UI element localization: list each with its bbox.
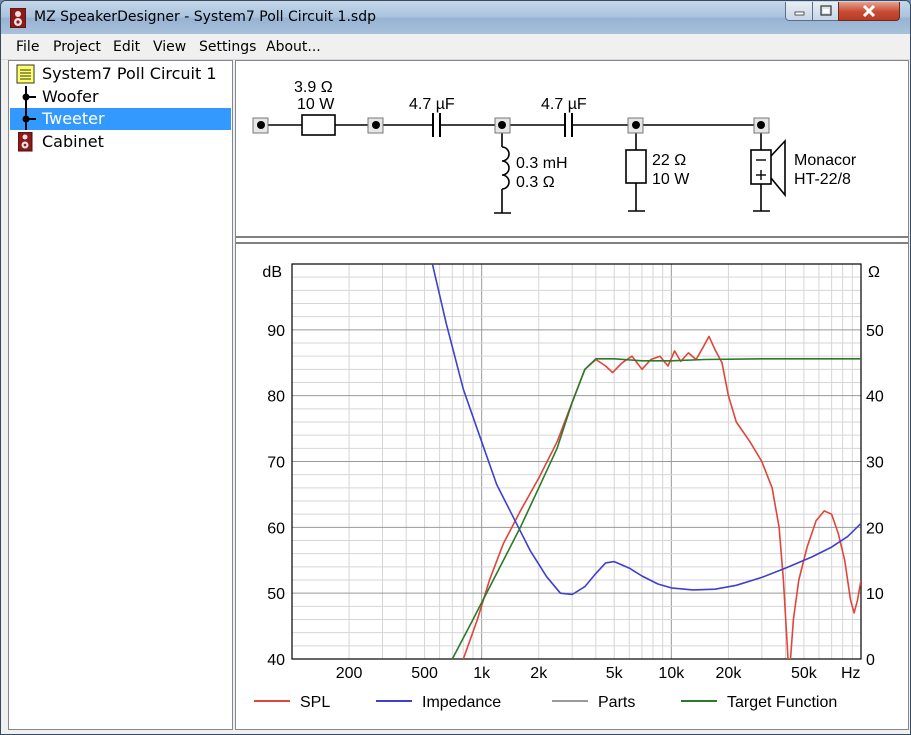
tweeter-driver[interactable] [750,125,786,212]
cap1-value-label: 4.7 µF [409,96,455,113]
x-tick-label: 20k [716,665,743,682]
menu-settings[interactable]: Settings [199,39,256,55]
resistor-power-label: 10 W [297,96,335,113]
tree-item-label: Tweeter [42,109,105,128]
x-tick-label: 10k [658,665,685,682]
x-tick-label: 500 [411,665,438,682]
y-right-tick-label: 10 [866,586,884,603]
y-left-tick-label: 80 [267,389,285,406]
circuit-labels: 3.9 Ω 10 W 4.7 µF 4.7 µF 0.3 mH 0.3 Ω 22… [294,79,857,191]
cap2-value-label: 4.7 µF [541,96,587,113]
y-left-tick-label: 90 [267,323,285,340]
menu-about[interactable]: About... [266,39,321,55]
y-right-axis-label: Ω [868,264,880,281]
x-tick-label: 50k [791,665,818,682]
editor-pane: 3.9 Ω 10 W 4.7 µF 4.7 µF 0.3 mH 0.3 Ω 22… [235,60,909,730]
cabinet-icon [18,132,33,152]
y-right-tick-label: 40 [866,389,884,406]
window-title: MZ SpeakerDesigner - System7 Poll Circui… [34,9,376,25]
y-right-tick-label: 30 [866,455,884,472]
tree-item-tweeter[interactable]: Tweeter [10,108,231,130]
maximize-button[interactable] [812,2,839,21]
shunt-resistor[interactable] [625,125,647,212]
driver-model-label: HT-22/8 [794,171,851,188]
legend-parts-label: Parts [598,694,635,711]
y-left-tick-label: 40 [267,652,285,669]
menu-edit[interactable]: Edit [113,39,140,55]
frequency-response-chart[interactable]: 90 80 70 60 50 40 50 40 30 20 10 0 200 500 1k 2k 5k 10k 20… [254,263,884,711]
y-left-tick-label: 50 [267,586,285,603]
crossover-branch-icon [22,86,36,108]
project-tree: System7 Poll Circuit 1 Woofer Tweeter Ca… [8,60,233,730]
tree-item-project[interactable]: System7 Poll Circuit 1 [10,63,231,85]
shunt-inductor[interactable] [494,125,511,214]
maximize-icon [820,5,832,16]
menu-project[interactable]: Project [53,39,101,55]
minimize-icon [794,11,805,16]
series-resistor[interactable] [301,114,336,136]
resistor-value-label: 3.9 Ω [294,79,333,96]
menu-file[interactable]: File [16,39,39,55]
speaker-app-icon [10,8,26,28]
x-tick-label: 5k [606,665,624,682]
legend-spl-label: SPL [300,694,330,711]
editor-canvas: 3.9 Ω 10 W 4.7 µF 4.7 µF 0.3 mH 0.3 Ω 22… [236,79,908,711]
menu-bar: File Project Edit View Settings About... [1,35,910,60]
x-tick-label: 1k [473,665,491,682]
project-icon [16,64,35,84]
y-right-tick-label: 0 [866,652,875,669]
menu-view[interactable]: View [153,39,186,55]
legend-impedance-label: Impedance [422,694,501,711]
series-capacitor-1[interactable] [432,113,441,137]
crossover-branch-icon [22,108,36,130]
shunt-resistor-value-label: 22 Ω [652,152,686,169]
app-window: MZ SpeakerDesigner - System7 Poll Circui… [0,0,911,735]
inductor-resistance-label: 0.3 Ω [516,174,555,191]
minimize-button[interactable] [785,2,813,21]
legend-target-function-label: Target Function [727,694,837,711]
y-left-tick-label: 70 [267,455,285,472]
tree-item-label: Woofer [42,87,99,106]
y-left-tick-label: 60 [267,520,285,537]
series-capacitor-2[interactable] [564,113,573,137]
tree-item-woofer[interactable]: Woofer [10,86,231,108]
inductor-value-label: 0.3 mH [516,155,568,172]
close-icon [862,4,876,18]
close-button[interactable] [838,2,900,21]
x-axis-unit-label: Hz [841,665,861,682]
tree-item-label: System7 Poll Circuit 1 [42,64,217,83]
y-right-tick-label: 20 [866,520,884,537]
y-right-tick-label: 50 [866,323,884,340]
x-tick-label: 200 [336,665,363,682]
tree-item-label: Cabinet [42,132,104,151]
shunt-resistor-power-label: 10 W [652,171,690,188]
y-left-axis-label: dB [262,264,282,281]
driver-brand-label: Monacor [794,152,857,169]
tree-item-cabinet[interactable]: Cabinet [10,131,231,153]
x-tick-label: 2k [530,665,548,682]
title-bar[interactable]: MZ SpeakerDesigner - System7 Poll Circui… [1,1,910,34]
